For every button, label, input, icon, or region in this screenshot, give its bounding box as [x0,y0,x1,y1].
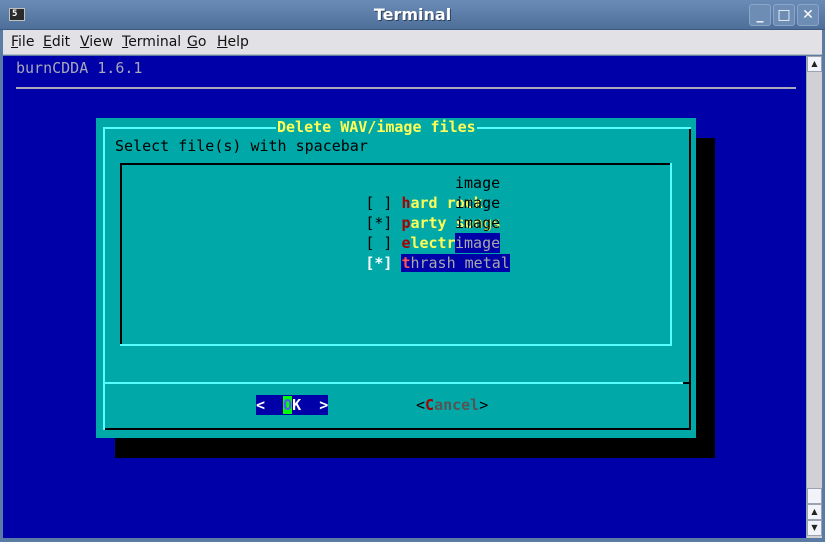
menu-view[interactable]: View [80,34,113,50]
menu-mnemonic: F [11,34,19,50]
menu-label: erminal [128,34,182,50]
list-item-hard-rock[interactable]: [ ] hard rock image [275,173,500,212]
item-name-text: hrash metal [410,254,510,272]
close-button[interactable]: ✕ [797,4,819,26]
ok-left-bracket: < [256,396,284,414]
ok-button[interactable]: < OK > [256,395,329,415]
terminal-window: 5 Terminal _ □ ✕ File Edit View Terminal… [0,0,825,542]
menu-label: dit [51,34,71,50]
scrollbar-thumb[interactable] [807,488,822,504]
cancel-hotkey: C [425,396,435,414]
cancel-right-bracket: > [479,396,489,414]
checkbox[interactable]: [*] [365,254,392,272]
item-type: image [455,194,501,212]
menu-mnemonic: E [43,34,52,50]
menu-mnemonic: H [217,34,228,50]
menu-mnemonic: V [80,34,90,50]
menu-mnemonic: G [187,34,198,50]
menu-file[interactable]: File [11,34,34,50]
file-checklist: [ ] hard rock image [*] party songs imag… [120,163,672,346]
menu-label: ile [18,34,35,50]
delete-files-dialog: Delete WAV/image files Select file(s) wi… [96,118,696,438]
list-item-thrash-metal[interactable]: [*] thrash metal image [275,233,510,272]
window-title: Terminal [373,5,452,24]
menu-help[interactable]: Help [217,34,249,50]
title-divider [16,87,796,89]
terminal-screen[interactable]: burnCDDA 1.6.1 Delete WAV/image files Se… [3,56,806,538]
separator-tee [683,382,689,384]
cancel-button[interactable]: <Cancel> [416,395,488,415]
menu-bar: File Edit View Terminal Go Help [3,30,822,55]
list-item-electronic[interactable]: [ ] electronic image [275,213,500,252]
title-bar[interactable]: 5 Terminal _ □ ✕ [0,0,825,30]
item-name: thrash metal [401,254,510,272]
cancel-label: ancel [434,396,480,414]
ok-hotkey: O [283,396,293,414]
ok-label: K > [292,396,329,414]
menu-edit[interactable]: Edit [43,34,70,50]
menu-label: elp [227,34,249,50]
menu-label: o [197,34,207,50]
scroll-up-arrow-icon[interactable]: ▲ [807,56,822,72]
minimize-button[interactable]: _ [749,4,771,26]
button-separator [105,382,689,384]
scroll-down-arrow-icon[interactable]: ▼ [807,520,822,536]
menu-terminal[interactable]: Terminal [122,34,181,50]
terminal-scrollbar[interactable]: ▲ ▲ ▼ [806,56,822,538]
cancel-left-bracket: < [416,396,426,414]
item-type: image [455,233,501,253]
dialog-title: Delete WAV/image files [276,118,477,136]
menu-label: iew [89,34,114,50]
list-item-party-songs[interactable]: [*] party songs image [275,193,501,232]
app-title: burnCDDA 1.6.1 [16,59,143,77]
item-type: image [455,174,501,192]
dialog-prompt: Select file(s) with spacebar [115,137,368,155]
scroll-up-arrow-icon[interactable]: ▲ [807,504,822,520]
item-type: image [455,214,501,232]
maximize-button[interactable]: □ [773,4,795,26]
menu-go[interactable]: Go [187,34,206,50]
